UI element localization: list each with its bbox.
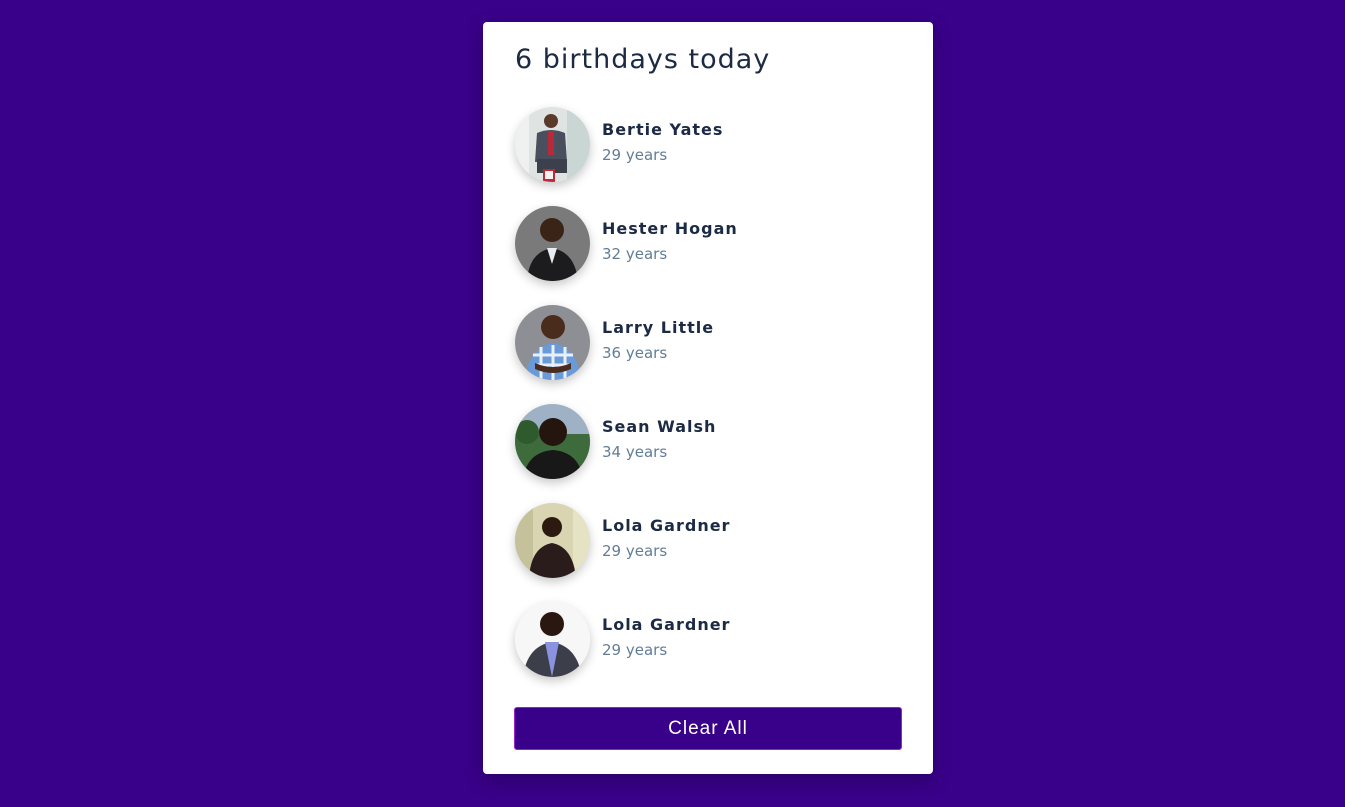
person-age: 36 years — [602, 343, 668, 362]
birthday-card: 6 birthdays today Bertie Yates 29 years … — [483, 22, 933, 774]
avatar — [515, 503, 590, 578]
person-age: 34 years — [602, 442, 668, 461]
avatar — [515, 602, 590, 677]
person-name: Lola Gardner — [602, 515, 731, 535]
person-age: 29 years — [602, 145, 668, 164]
person-info: Sean Walsh 34 years — [602, 416, 716, 462]
list-item: Sean Walsh 34 years — [515, 403, 901, 502]
person-info: Hester Hogan 32 years — [602, 218, 738, 264]
person-info: Larry Little 36 years — [602, 317, 714, 363]
birthday-count-title: 6 birthdays today — [515, 44, 771, 75]
person-age: 29 years — [602, 541, 668, 560]
list-item: Bertie Yates 29 years — [515, 106, 901, 205]
person-info: Lola Gardner 29 years — [602, 515, 730, 561]
person-name: Hester Hogan — [602, 218, 738, 238]
clear-all-button[interactable]: Clear All — [514, 707, 902, 750]
people-list: Bertie Yates 29 years Hester Hogan 32 ye… — [515, 106, 901, 700]
avatar — [515, 305, 590, 380]
avatar — [515, 404, 590, 479]
person-name: Sean Walsh — [602, 416, 717, 436]
person-age: 32 years — [602, 244, 668, 263]
person-info: Lola Gardner 29 years — [602, 614, 730, 660]
list-item: Lola Gardner 29 years — [515, 502, 901, 601]
list-item: Hester Hogan 32 years — [515, 205, 901, 304]
list-item: Lola Gardner 29 years — [515, 601, 901, 700]
avatar — [515, 206, 590, 281]
person-name: Bertie Yates — [602, 119, 724, 139]
avatar — [515, 107, 590, 182]
person-info: Bertie Yates 29 years — [602, 119, 723, 165]
person-name: Lola Gardner — [602, 614, 731, 634]
person-age: 29 years — [602, 640, 668, 659]
person-name: Larry Little — [602, 317, 715, 337]
list-item: Larry Little 36 years — [515, 304, 901, 403]
